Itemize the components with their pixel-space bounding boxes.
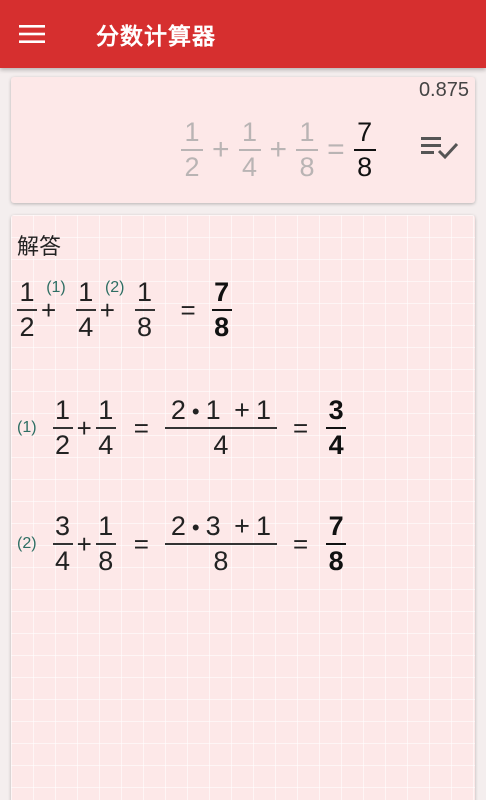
fraction-bar [164,427,277,429]
solution-summary: 1 2 + (1) 1 4 + (2) 1 8 = 7 8 [17,279,232,341]
equals-operator: = [292,412,309,443]
denominator: 8 [328,546,344,576]
numerator: 1 [98,395,114,426]
plus-operator: + [76,528,92,559]
numerator: 1 [242,117,258,147]
denominator: 2 [184,152,200,182]
denominator: 8 [357,152,373,182]
numerator: 1 [299,117,315,147]
step-2-result-fraction: 7 8 [326,511,347,576]
step-2-fraction-a: 3 4 [52,511,73,576]
equals-operator: = [133,412,149,443]
denominator: 4 [328,430,344,460]
solution-step-2: (2) 3 4 + 1 8 = 2 • 3 +1 8 = 7 8 [17,511,347,576]
step-1-fraction-b: 1 4 [95,395,116,460]
denominator: 8 [136,311,153,342]
app-title: 分数计算器 [96,24,216,50]
input-fraction-1: 1 2 [181,119,203,181]
input-card[interactable]: 0.875 1 2 + 1 4 + 1 8 = 7 8 [11,77,475,203]
numerator: 1 [55,395,71,426]
numerator: 1 [19,277,35,308]
fraction-bar [134,309,155,311]
numerator: 7 [357,117,373,147]
fraction-bar [164,543,277,545]
fraction-bar [326,427,347,429]
fraction-bar [296,149,319,151]
step-label: (2) [17,535,37,552]
equals-operator: = [292,528,309,559]
numerator: 1 [184,117,200,147]
fraction-bar [181,149,203,151]
summary-result-fraction: 7 8 [211,277,232,342]
denominator: 4 [213,429,229,460]
numerator: 2 • 3 +1 [170,511,271,542]
input-fraction-3: 1 8 [296,117,319,182]
step-reference: (1) [46,279,66,296]
summary-fraction-1: 1 2 [17,279,37,341]
menu-button[interactable] [0,0,64,68]
step-2-fraction-b: 1 8 [95,511,116,576]
fraction-bar [52,427,73,429]
numerator: 2 • 1 +1 [170,395,271,426]
fraction-bar [353,149,376,151]
denominator: 4 [242,152,258,182]
plus-operator: + [212,133,230,166]
fraction-bar [75,309,96,311]
decimal-result: 0.875 [418,79,469,101]
step-label: (1) [17,419,37,436]
step-1-work-fraction: 2 • 1 +1 4 [164,395,277,460]
solution-step-1: (1) 1 2 + 1 4 = 2 • 1 +1 4 = 3 4 [17,395,347,460]
denominator: 8 [299,152,315,182]
step-reference: (2) [104,279,125,296]
numerator: 3 [55,511,71,542]
step-2-work-fraction: 2 • 3 +1 8 [164,511,277,576]
plus-operator: + [76,412,92,443]
denominator: 8 [98,545,114,576]
denominator: 4 [78,311,94,342]
playlist-check-icon [421,137,459,160]
denominator: 2 [55,429,71,460]
denominator: 8 [214,312,230,342]
plus-operator: + [41,294,57,325]
equals-operator: = [133,528,149,559]
fraction-bar [17,309,37,311]
fraction-bar [95,427,116,429]
denominator: 8 [213,545,229,576]
summary-fraction-3: 1 8 [134,277,155,342]
menu-icon [19,25,45,43]
input-fraction-2: 1 4 [238,117,261,182]
denominator: 4 [55,545,71,576]
equals-operator: = [180,294,196,325]
denominator: 2 [19,311,35,342]
fraction-bar [326,543,347,545]
numerator: 7 [214,277,230,307]
numerator: 1 [98,511,114,542]
fraction-bar [238,149,261,151]
equals-operator: = [327,133,345,166]
plus-operator: + [269,133,288,166]
fraction-bar [52,543,73,545]
step-1-fraction-a: 1 2 [52,395,73,460]
solution-card: 解答 1 2 + (1) 1 4 + (2) 1 8 = 7 8 (1) 1 2… [11,215,475,800]
app-bar: 分数计算器 [0,0,486,68]
solve-button[interactable] [419,133,461,163]
summary-fraction-2: 1 4 [75,277,96,342]
fraction-bar [211,309,232,311]
step-1-result-fraction: 3 4 [326,395,347,460]
numerator: 3 [328,395,344,425]
input-expression[interactable]: 1 2 + 1 4 + 1 8 = 7 8 [181,115,376,185]
numerator: 7 [328,511,344,541]
numerator: 1 [136,277,153,308]
input-result-fraction: 7 8 [353,117,376,182]
plus-operator: + [99,294,115,325]
fraction-bar [95,543,116,545]
numerator: 1 [78,277,94,308]
denominator: 4 [98,429,114,460]
solution-title: 解答 [17,235,62,260]
